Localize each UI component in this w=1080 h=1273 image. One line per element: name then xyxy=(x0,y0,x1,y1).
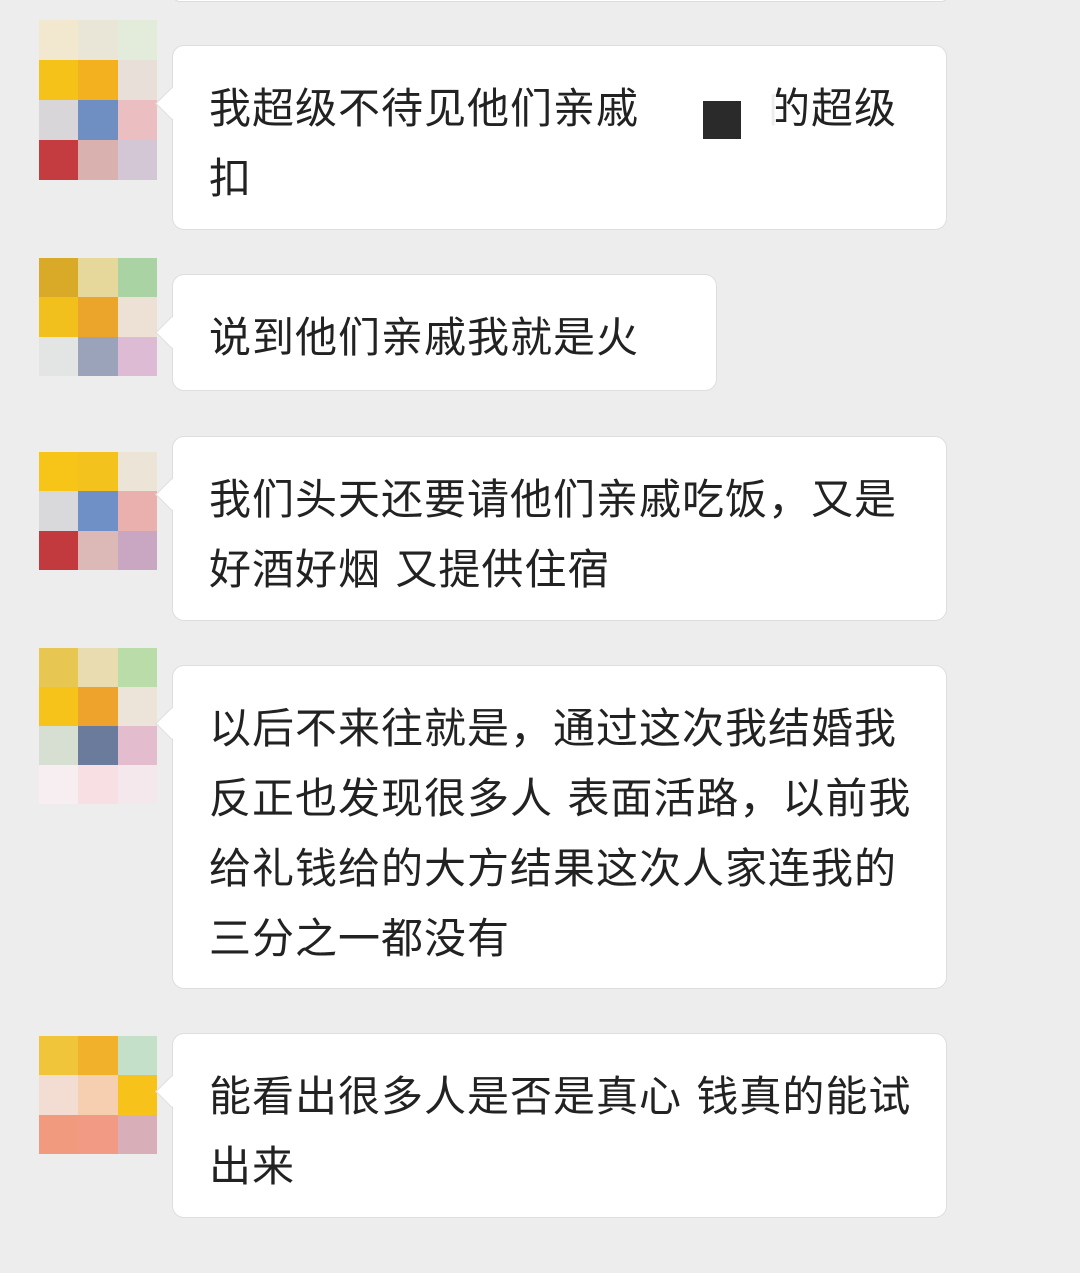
avatar-pixel xyxy=(39,60,79,100)
avatar-pixel xyxy=(78,452,118,492)
message-bubble[interactable]: 说到他们亲戚我就是火 xyxy=(172,274,717,391)
avatar-pixel xyxy=(78,726,118,765)
avatar-pixel xyxy=(78,100,118,140)
avatar-pixel xyxy=(39,1075,79,1115)
avatar-pixel xyxy=(78,1114,118,1154)
avatar-pixel xyxy=(78,60,118,100)
avatar-pixel xyxy=(78,258,118,298)
avatar-pixel xyxy=(39,648,79,687)
avatar-pixel xyxy=(39,491,79,531)
avatar-pixel xyxy=(78,1075,118,1115)
message-bubble[interactable]: 以后不来往就是，通过这次我结婚我反正也发现很多人 表面活路，以前我给礼钱给的大方… xyxy=(172,665,947,989)
avatar-pixel xyxy=(117,452,157,492)
avatar-pixel xyxy=(39,452,79,492)
message-text: 我超级不待见他们亲戚 的超级扣 xyxy=(209,84,898,203)
avatar-pixel xyxy=(117,530,157,570)
avatar-pixel xyxy=(39,336,79,376)
message-bubble[interactable]: 我们头天还要请他们亲戚吃饭，又是好酒好烟 又提供住宿 xyxy=(172,436,947,621)
avatar-pixel xyxy=(39,1036,79,1076)
avatar-pixel xyxy=(117,336,157,376)
avatar-pixel xyxy=(117,100,157,140)
avatar-pixel xyxy=(117,648,157,687)
avatar-pixel xyxy=(78,648,118,687)
avatar-pixel xyxy=(117,726,157,765)
message-text: 能看出很多人是否是真心 钱真的能试出来 xyxy=(209,1072,912,1191)
avatar-pixel xyxy=(117,1036,157,1076)
avatar-pixel xyxy=(78,491,118,531)
avatar-pixel xyxy=(39,100,79,140)
avatar-pixel xyxy=(117,297,157,337)
avatar-pixel xyxy=(78,20,118,60)
avatar-pixel xyxy=(39,1114,79,1154)
message-bubble[interactable]: 能看出很多人是否是真心 钱真的能试出来 xyxy=(172,1033,947,1218)
avatar-pixelated[interactable] xyxy=(39,452,157,570)
avatar-pixel xyxy=(78,687,118,726)
avatar-pixel xyxy=(39,297,79,337)
avatar-pixel xyxy=(78,1036,118,1076)
message-bubble[interactable]: 我超级不待见他们亲戚 的超级扣 xyxy=(172,45,947,230)
avatar-pixel xyxy=(39,258,79,298)
avatar-pixel xyxy=(117,1114,157,1154)
avatar-pixel xyxy=(78,765,118,804)
avatar-pixel xyxy=(39,726,79,765)
avatar-pixel xyxy=(78,530,118,570)
avatar-pixelated[interactable] xyxy=(39,1036,157,1154)
previous-message-bubble-edge xyxy=(172,0,949,2)
avatar-pixel xyxy=(39,530,79,570)
avatar-pixelated[interactable] xyxy=(39,648,157,804)
avatar-pixel xyxy=(117,765,157,804)
avatar-pixel xyxy=(117,1075,157,1115)
avatar-pixel xyxy=(78,140,118,180)
avatar-pixel xyxy=(117,140,157,180)
avatar-pixel xyxy=(117,258,157,298)
avatar-pixelated[interactable] xyxy=(39,258,157,376)
avatar-pixel xyxy=(117,491,157,531)
avatar-pixel xyxy=(117,687,157,726)
message-text: 我们头天还要请他们亲戚吃饭，又是好酒好烟 又提供住宿 xyxy=(209,475,898,594)
redaction-block xyxy=(703,101,741,139)
message-text: 以后不来往就是，通过这次我结婚我反正也发现很多人 表面活路，以前我给礼钱给的大方… xyxy=(209,704,912,963)
avatar-pixel xyxy=(117,20,157,60)
message-text: 说到他们亲戚我就是火 xyxy=(209,313,640,362)
avatar-pixel xyxy=(39,20,79,60)
avatar-pixel xyxy=(78,297,118,337)
avatar-pixel xyxy=(117,60,157,100)
redaction-blur xyxy=(668,72,776,217)
avatar-pixel xyxy=(39,687,79,726)
avatar-pixelated[interactable] xyxy=(39,20,157,180)
avatar-pixel xyxy=(78,336,118,376)
avatar-pixel xyxy=(39,765,79,804)
avatar-pixel xyxy=(39,140,79,180)
